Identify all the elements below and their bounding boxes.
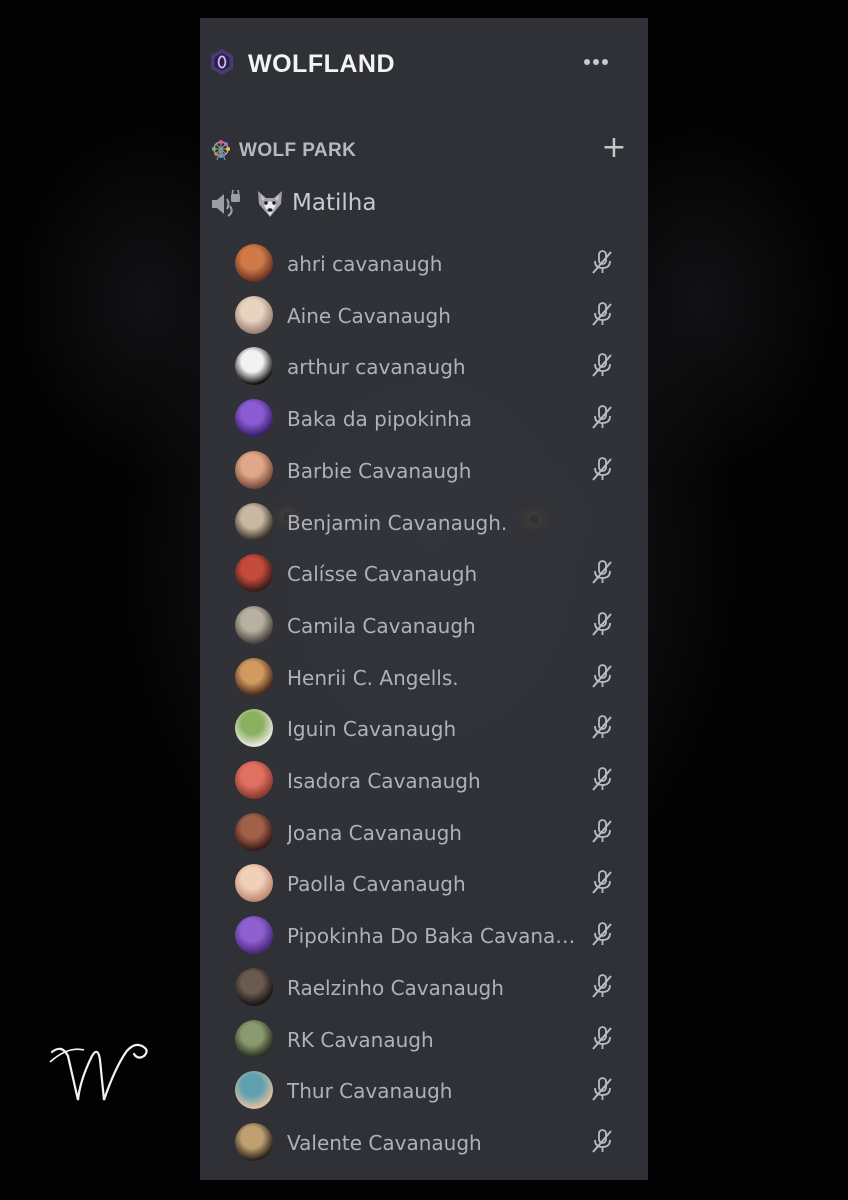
microphone-muted-icon (592, 973, 612, 998)
avatar[interactable] (235, 295, 273, 334)
member-name: Isadora Cavanaugh (287, 769, 481, 793)
avatar[interactable] (235, 450, 273, 489)
member-name: Camila Cavanaugh (287, 613, 476, 638)
member-name: Raelzinho Cavanaugh (287, 975, 504, 1000)
member-name: Pipokinha Do Baka Cavanau... (287, 924, 579, 949)
avatar[interactable] (235, 916, 273, 955)
voice-member-row[interactable]: Joana Cavanaugh (200, 809, 648, 857)
ferris-wheel-emoji (212, 140, 230, 161)
member-name: Barbie Cavanaugh (287, 458, 472, 483)
voice-member-row[interactable]: Henrii C. Angells. (200, 654, 648, 702)
category-name: WOLF PARK (239, 140, 357, 161)
channel-name: Matilha (292, 190, 377, 216)
server-header[interactable]: WOLFLAND (200, 44, 648, 88)
voice-member-row[interactable]: Baka da pipokinha (200, 395, 648, 443)
voice-member-row[interactable]: Paolla Cavanaugh (200, 860, 648, 908)
voice-channel-locked-icon (212, 190, 240, 217)
avatar[interactable] (235, 554, 273, 593)
microphone-muted-icon (592, 405, 612, 429)
microphone-muted-icon (592, 1025, 612, 1050)
microphone-muted-icon (592, 560, 612, 584)
voice-member-row[interactable]: Thur Cavanaugh (200, 1067, 648, 1115)
member-name: Benjamin Cavanaugh. (287, 510, 508, 535)
microphone-muted-icon (592, 870, 612, 895)
more-dots-icon[interactable] (580, 46, 612, 78)
voice-member-row[interactable]: Aine Cavanaugh (200, 292, 648, 340)
member-name: Iguin Cavanaugh (287, 717, 457, 742)
voice-member-row[interactable]: Isadora Cavanaugh (200, 757, 648, 805)
voice-member-row[interactable]: Calísse Cavanaugh (200, 550, 648, 598)
avatar[interactable] (235, 657, 273, 696)
microphone-muted-icon (592, 250, 612, 274)
voice-member-row[interactable]: Barbie Cavanaugh (200, 447, 648, 495)
avatar[interactable] (235, 347, 273, 386)
category-wolf-park[interactable]: WOLF PARK + (200, 133, 648, 168)
member-name: Henrii C. Angells. (287, 665, 459, 690)
avatar[interactable] (235, 1122, 273, 1161)
microphone-muted-icon (592, 715, 612, 739)
member-name: RK Cavanaugh (287, 1027, 434, 1052)
channel-sidebar: WOLFLAND WOLF PARK + Matilha ahri cavana… (200, 18, 648, 1180)
server-name: WOLFLAND (248, 50, 396, 78)
avatar[interactable] (235, 244, 273, 282)
w-signature-logo (49, 1043, 148, 1101)
member-name: Aine Cavanaugh (287, 303, 451, 328)
voice-member-row[interactable]: Valente Cavanaugh (200, 1119, 648, 1167)
member-name: Thur Cavanaugh (287, 1079, 453, 1104)
avatar[interactable] (235, 399, 273, 438)
avatar[interactable] (235, 1019, 273, 1058)
server-gem-icon (211, 49, 233, 75)
microphone-muted-icon (592, 818, 612, 843)
avatar[interactable] (235, 502, 273, 541)
voice-member-row[interactable]: RK Cavanaugh (200, 1016, 648, 1064)
voice-member-row[interactable]: arthur cavanaugh (200, 343, 648, 391)
plus-icon[interactable]: + (600, 133, 628, 163)
avatar[interactable] (235, 812, 273, 851)
avatar[interactable] (235, 605, 273, 644)
voice-member-row[interactable]: ahri cavanaugh (200, 240, 648, 288)
microphone-muted-icon (592, 767, 612, 791)
voice-member-row[interactable]: Benjamin Cavanaugh. (200, 499, 648, 547)
voice-member-row[interactable]: Raelzinho Cavanaugh (200, 964, 648, 1012)
avatar[interactable] (235, 1071, 273, 1110)
microphone-muted-icon (592, 1077, 612, 1101)
avatar[interactable] (235, 864, 273, 903)
member-name: arthur cavanaugh (287, 355, 466, 380)
microphone-muted-icon (592, 301, 612, 326)
microphone-muted-icon (592, 353, 612, 378)
member-name: Paolla Cavanaugh (287, 872, 466, 897)
member-name: Baka da pipokinha (287, 407, 473, 432)
member-name: Valente Cavanaugh (287, 1130, 482, 1155)
microphone-muted-icon (592, 663, 612, 688)
wolf-emoji (258, 191, 282, 217)
voice-member-row[interactable]: Pipokinha Do Baka Cavanau... (200, 912, 648, 960)
avatar[interactable] (235, 709, 273, 748)
member-name: ahri cavanaugh (287, 252, 443, 276)
member-name: Joana Cavanaugh (287, 820, 462, 845)
microphone-muted-icon (592, 456, 612, 481)
microphone-muted-icon (592, 611, 612, 636)
avatar[interactable] (235, 967, 273, 1006)
voice-member-row[interactable]: Iguin Cavanaugh (200, 705, 648, 753)
voice-member-row[interactable]: Camila Cavanaugh (200, 602, 648, 650)
member-name: Calísse Cavanaugh (287, 562, 478, 587)
voice-channel-matilha[interactable]: Matilha (200, 186, 648, 226)
microphone-muted-icon (592, 1128, 612, 1153)
avatar[interactable] (235, 761, 273, 799)
microphone-muted-icon (592, 922, 612, 946)
